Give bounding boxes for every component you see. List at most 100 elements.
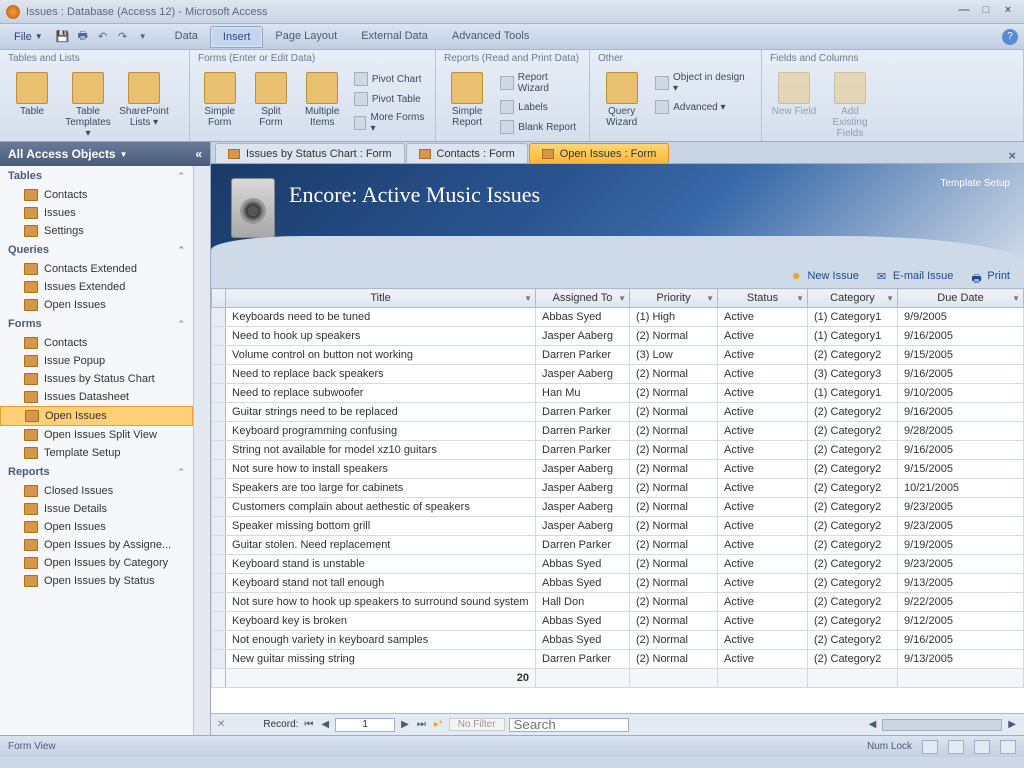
nav-item[interactable]: Contacts	[0, 334, 193, 352]
nav-item[interactable]: Open Issues by Category	[0, 554, 193, 572]
table-cell[interactable]: Abbas Syed	[536, 612, 630, 631]
row-selector[interactable]	[212, 308, 226, 327]
table-cell[interactable]: Jasper Aaberg	[536, 460, 630, 479]
more-forms-button[interactable]: More Forms ▾	[350, 110, 429, 136]
table-cell[interactable]: 9/23/2005	[898, 498, 1024, 517]
nav-section-reports[interactable]: Reports⌃	[0, 462, 193, 482]
nav-section-tables[interactable]: Tables⌃	[0, 166, 193, 186]
query-wizard-button[interactable]: Query Wizard	[596, 70, 647, 130]
table-cell[interactable]: (2) Normal	[630, 498, 718, 517]
table-row[interactable]: Keyboards need to be tunedAbbas Syed(1) …	[212, 308, 1024, 327]
table-cell[interactable]: (2) Normal	[630, 422, 718, 441]
table-cell[interactable]: Active	[718, 479, 808, 498]
row-selector[interactable]	[212, 612, 226, 631]
table-cell[interactable]: (2) Normal	[630, 441, 718, 460]
nav-item[interactable]: Settings	[0, 222, 193, 240]
table-cell[interactable]: Darren Parker	[536, 403, 630, 422]
row-selector[interactable]	[212, 555, 226, 574]
view-form-button[interactable]	[922, 740, 938, 754]
table-row[interactable]: Keyboard programming confusingDarren Par…	[212, 422, 1024, 441]
table-cell[interactable]: (2) Category2	[808, 574, 898, 593]
table-row[interactable]: Guitar stolen. Need replacementDarren Pa…	[212, 536, 1024, 555]
table-row[interactable]: Need to hook up speakersJasper Aaberg(2)…	[212, 327, 1024, 346]
nav-section-queries[interactable]: Queries⌃	[0, 240, 193, 260]
table-templates-button[interactable]: Table Templates ▾	[62, 70, 114, 141]
table-cell[interactable]: 10/21/2005	[898, 479, 1024, 498]
nav-item[interactable]: Issues by Status Chart	[0, 370, 193, 388]
table-cell[interactable]: Not sure how to hook up speakers to surr…	[226, 593, 536, 612]
table-cell[interactable]: Hall Don	[536, 593, 630, 612]
table-cell[interactable]: (2) Normal	[630, 574, 718, 593]
report-wizard-button[interactable]: Report Wizard	[496, 70, 583, 96]
table-cell[interactable]: 9/9/2005	[898, 308, 1024, 327]
table-cell[interactable]: (2) Category2	[808, 650, 898, 669]
table-cell[interactable]: Jasper Aaberg	[536, 327, 630, 346]
toolbox-icon[interactable]: ✕	[217, 719, 225, 730]
table-cell[interactable]: (2) Category2	[808, 498, 898, 517]
table-cell[interactable]: Speakers are too large for cabinets	[226, 479, 536, 498]
print-icon[interactable]: 🖶	[75, 29, 91, 45]
row-selector[interactable]	[212, 441, 226, 460]
new-table-button[interactable]: Table	[6, 70, 58, 119]
row-selector[interactable]	[212, 403, 226, 422]
table-cell[interactable]: (2) Category2	[808, 555, 898, 574]
table-cell[interactable]: (3) Category3	[808, 365, 898, 384]
table-cell[interactable]: (2) Normal	[630, 536, 718, 555]
table-cell[interactable]: 9/23/2005	[898, 517, 1024, 536]
table-cell[interactable]: Active	[718, 327, 808, 346]
filter-indicator[interactable]: No Filter	[449, 718, 505, 731]
table-cell[interactable]: Abbas Syed	[536, 631, 630, 650]
last-record-button[interactable]: ⏭	[415, 719, 428, 730]
table-cell[interactable]: Active	[718, 384, 808, 403]
table-cell[interactable]: (2) Category2	[808, 612, 898, 631]
table-row[interactable]: String not available for model xz10 guit…	[212, 441, 1024, 460]
menu-tab-advanced-tools[interactable]: Advanced Tools	[440, 26, 541, 48]
row-selector[interactable]	[212, 498, 226, 517]
table-cell[interactable]: Speaker missing bottom grill	[226, 517, 536, 536]
table-cell[interactable]: Darren Parker	[536, 536, 630, 555]
print-link[interactable]: 🖶Print	[971, 270, 1010, 282]
table-cell[interactable]: Active	[718, 650, 808, 669]
table-cell[interactable]: Darren Parker	[536, 422, 630, 441]
table-cell[interactable]: Active	[718, 612, 808, 631]
table-cell[interactable]: Keyboard stand not tall enough	[226, 574, 536, 593]
minimize-button[interactable]: —	[954, 4, 974, 20]
nav-item[interactable]: Issues Extended	[0, 278, 193, 296]
record-number-input[interactable]: 1	[335, 718, 395, 732]
template-setup-link[interactable]: Template Setup	[941, 178, 1011, 189]
labels-button[interactable]: Labels	[496, 98, 583, 116]
table-cell[interactable]: (3) Low	[630, 346, 718, 365]
table-cell[interactable]: Active	[718, 365, 808, 384]
nav-item[interactable]: Closed Issues	[0, 482, 193, 500]
nav-item[interactable]: Open Issues Split View	[0, 426, 193, 444]
save-icon[interactable]: 💾	[55, 29, 71, 45]
simple-form-button[interactable]: Simple Form	[196, 70, 243, 130]
table-cell[interactable]: Jasper Aaberg	[536, 365, 630, 384]
view-design-button[interactable]	[1000, 740, 1016, 754]
table-cell[interactable]: Active	[718, 574, 808, 593]
table-cell[interactable]: (2) Category2	[808, 631, 898, 650]
hscroll-right[interactable]: ▶	[1006, 719, 1018, 730]
table-cell[interactable]: Abbas Syed	[536, 555, 630, 574]
row-selector[interactable]	[212, 631, 226, 650]
pivot-table-button[interactable]: Pivot Table	[350, 90, 429, 108]
table-cell[interactable]: Keyboard stand is unstable	[226, 555, 536, 574]
table-cell[interactable]: (2) Category2	[808, 536, 898, 555]
nav-item[interactable]: Open Issues	[0, 406, 193, 426]
row-selector[interactable]	[212, 327, 226, 346]
table-row[interactable]: Not enough variety in keyboard samplesAb…	[212, 631, 1024, 650]
nav-item[interactable]: Contacts	[0, 186, 193, 204]
table-cell[interactable]: (2) Category2	[808, 593, 898, 612]
nav-item[interactable]: Issues	[0, 204, 193, 222]
view-layout-button[interactable]	[974, 740, 990, 754]
blank-report-button[interactable]: Blank Report	[496, 118, 583, 136]
table-cell[interactable]: Active	[718, 346, 808, 365]
column-header[interactable]: Priority▼	[630, 289, 718, 308]
table-cell[interactable]: Customers complain about aethestic of sp…	[226, 498, 536, 517]
table-cell[interactable]: (2) Normal	[630, 517, 718, 536]
nav-header[interactable]: All Access Objects▼ «	[0, 142, 210, 166]
sharepoint-lists-button[interactable]: SharePoint Lists ▾	[118, 70, 170, 130]
row-selector[interactable]	[212, 384, 226, 403]
table-cell[interactable]: 9/13/2005	[898, 650, 1024, 669]
table-cell[interactable]: Active	[718, 631, 808, 650]
